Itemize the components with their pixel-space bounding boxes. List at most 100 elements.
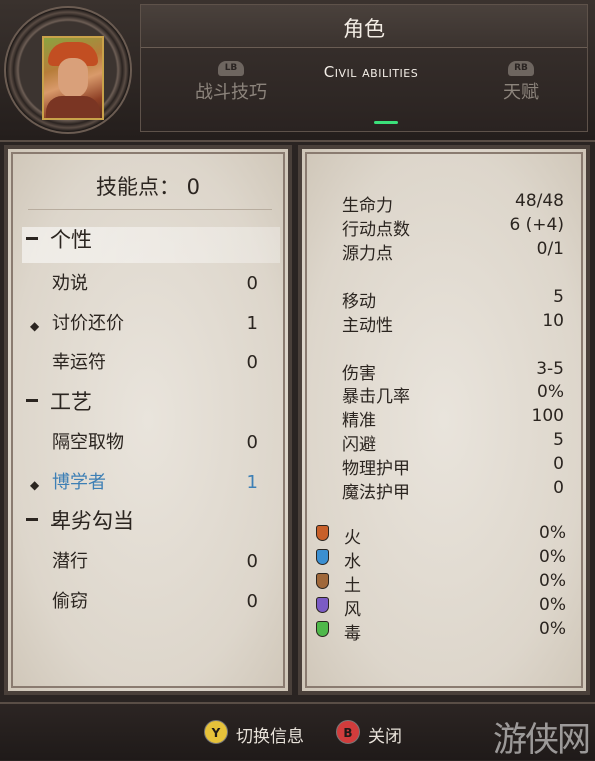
poison-icon xyxy=(316,621,329,637)
watermark-logo: 游侠网 xyxy=(493,720,591,760)
fire-icon xyxy=(316,525,329,541)
portrait-face xyxy=(58,58,88,98)
portrait-frame[interactable] xyxy=(4,6,132,134)
stat-value: 100 xyxy=(531,406,564,426)
resistance-value: 0% xyxy=(539,595,566,615)
active-tab-indicator xyxy=(374,121,398,124)
stat-row: 生命力 48/48 xyxy=(342,191,564,216)
stat-value: 6 (+4) xyxy=(509,215,564,235)
bottom-bar: Y 切换信息 B 关闭 游侠网 xyxy=(0,702,595,760)
stat-name: 生命力 xyxy=(342,196,393,216)
stat-row: 主动性 10 xyxy=(342,311,564,336)
tab-combat-label: 战斗技巧 xyxy=(195,82,267,103)
skill-row[interactable]: 幸运符 0 xyxy=(22,350,280,386)
diamond-icon: ◆ xyxy=(30,319,40,333)
character-portrait[interactable] xyxy=(42,36,104,120)
stat-row: 魔法护甲 0 xyxy=(342,478,564,503)
resistance-value: 0% xyxy=(539,547,566,567)
stat-row: 伤害 3-5 xyxy=(342,359,564,384)
collapse-icon xyxy=(26,399,38,402)
lb-button-icon: LB xyxy=(218,61,244,76)
y-button-icon: Y xyxy=(204,720,228,744)
skill-name: 博学者 xyxy=(52,472,106,493)
air-icon xyxy=(316,597,329,613)
stat-name: 移动 xyxy=(342,292,376,312)
stat-name: 闪避 xyxy=(342,435,376,455)
skill-points: 技能点： 0 xyxy=(95,175,201,199)
stats-panel: 生命力 48/48 行动点数 6 (+4) 源力点 0/1 移动 5 主动性 1… xyxy=(298,145,590,695)
skill-row[interactable]: ◆ 讨价还价 1 xyxy=(22,311,280,347)
resistance-value: 0% xyxy=(539,571,566,591)
skill-name: 劝说 xyxy=(52,273,88,294)
header-box: 角色 LB 战斗技巧 Civil abilities RB 天赋 xyxy=(140,4,588,132)
skill-value: 1 xyxy=(246,313,258,334)
skill-row[interactable]: 潜行 0 xyxy=(22,549,280,585)
stat-row: 暴击几率 0% xyxy=(342,382,564,407)
category-label: 卑劣勾当 xyxy=(50,509,134,533)
diamond-icon: ◆ xyxy=(30,478,40,492)
portrait-body xyxy=(46,96,100,118)
skill-value: 0 xyxy=(246,273,258,294)
skill-value: 0 xyxy=(246,551,258,572)
resistance-row: 毒 0% xyxy=(316,619,566,644)
resistance-name: 土 xyxy=(344,576,361,596)
resistance-row: 土 0% xyxy=(316,571,566,596)
skill-name: 潜行 xyxy=(52,551,88,572)
resistance-name: 水 xyxy=(344,552,361,572)
skill-row[interactable]: 偷窃 0 xyxy=(22,589,280,625)
stat-row: 物理护甲 0 xyxy=(342,454,564,479)
stat-value: 0 xyxy=(553,454,564,474)
page-title: 角色 xyxy=(343,17,385,41)
stat-row: 移动 5 xyxy=(342,287,564,312)
skill-value: 0 xyxy=(246,432,258,453)
resistance-name: 毒 xyxy=(344,624,361,644)
skill-name: 幸运符 xyxy=(52,352,106,373)
skill-value: 1 xyxy=(246,472,258,493)
skill-value: 0 xyxy=(246,591,258,612)
tab-combat-abilities[interactable]: LB 战斗技巧 xyxy=(191,55,271,104)
stat-value: 0 xyxy=(553,478,564,498)
water-icon xyxy=(316,549,329,565)
stat-row: 行动点数 6 (+4) xyxy=(342,215,564,240)
tab-talents-label: 天赋 xyxy=(503,82,539,103)
b-button-icon: B xyxy=(336,720,360,744)
resistance-row: 风 0% xyxy=(316,595,566,620)
collapse-icon xyxy=(26,237,38,240)
skill-name: 偷窃 xyxy=(52,591,88,612)
resistance-name: 火 xyxy=(344,528,361,548)
stat-value: 0/1 xyxy=(536,239,564,259)
stat-value: 48/48 xyxy=(515,191,564,211)
tab-talents[interactable]: RB 天赋 xyxy=(481,55,561,104)
stat-value: 5 xyxy=(553,430,564,450)
skill-name: 隔空取物 xyxy=(52,432,124,453)
skill-value: 0 xyxy=(246,352,258,373)
stat-row: 源力点 0/1 xyxy=(342,239,564,264)
stat-name: 暴击几率 xyxy=(342,387,410,407)
title-bar: 角色 xyxy=(141,5,587,48)
stat-name: 伤害 xyxy=(342,364,376,384)
top-frame: 角色 LB 战斗技巧 Civil abilities RB 天赋 xyxy=(0,0,595,142)
skill-row[interactable]: 劝说 0 xyxy=(22,271,280,307)
rb-button-icon: RB xyxy=(508,61,534,76)
skill-row[interactable]: ◆ 博学者 1 xyxy=(22,470,280,506)
category-label: 工艺 xyxy=(50,390,92,414)
stat-value: 0% xyxy=(537,382,564,402)
stat-value: 5 xyxy=(553,287,564,307)
skill-name: 讨价还价 xyxy=(52,313,124,334)
stat-name: 主动性 xyxy=(342,316,393,336)
close-label: 关闭 xyxy=(368,727,402,747)
category-personality[interactable]: 个性 xyxy=(22,227,280,263)
stat-value: 3-5 xyxy=(536,359,564,379)
stat-name: 源力点 xyxy=(342,244,393,264)
skill-row[interactable]: 隔空取物 0 xyxy=(22,430,280,466)
stat-value: 10 xyxy=(542,311,564,331)
category-nasty-deeds[interactable]: 卑劣勾当 xyxy=(22,508,280,544)
switch-info-label: 切换信息 xyxy=(236,727,304,747)
tab-civil-abilities[interactable]: Civil abilities xyxy=(301,55,441,81)
resistance-row: 水 0% xyxy=(316,547,566,572)
category-crafting[interactable]: 工艺 xyxy=(22,389,280,425)
collapse-icon xyxy=(26,518,38,521)
civil-abilities-panel: 技能点： 0 个性 劝说 0 ◆ 讨价还价 1 幸运符 0 工艺 隔空取物 0 … xyxy=(4,145,292,695)
resistance-row: 火 0% xyxy=(316,523,566,548)
resistance-value: 0% xyxy=(539,523,566,543)
